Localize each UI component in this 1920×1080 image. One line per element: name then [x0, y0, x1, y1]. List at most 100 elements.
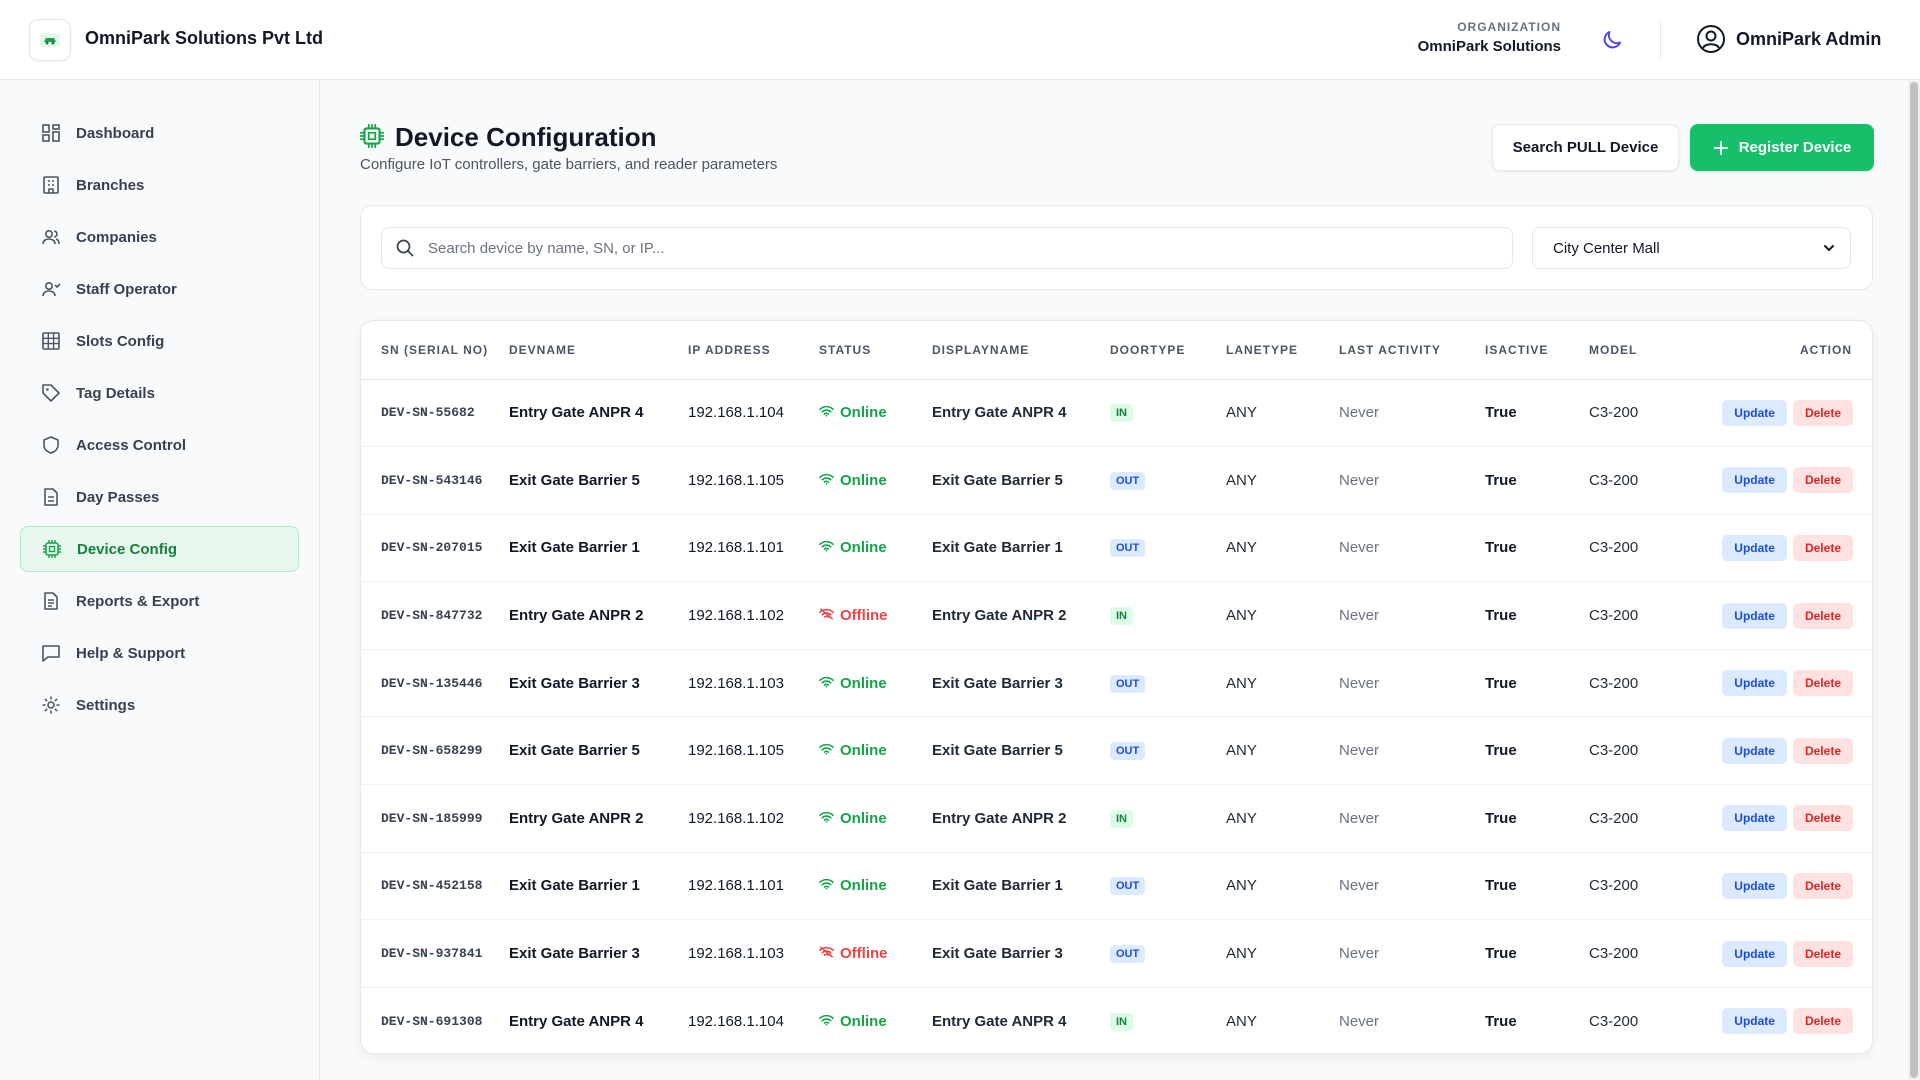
action-cell: Update Delete: [1688, 987, 1872, 1053]
sidebar-item-dashboard[interactable]: Dashboard: [20, 110, 299, 156]
document-icon: [41, 487, 61, 507]
delete-button[interactable]: Delete: [1792, 399, 1853, 426]
device-table-card: SN (SERIAL NO) DEVNAME IP ADDRESS STATUS…: [360, 320, 1873, 1054]
delete-button[interactable]: Delete: [1792, 872, 1853, 899]
page-title: Device Configuration: [395, 122, 657, 152]
update-button[interactable]: Update: [1722, 602, 1787, 629]
last-activity-cell: Never: [1339, 945, 1380, 963]
wifi-icon: [819, 742, 834, 759]
action-cell: Update Delete: [1688, 582, 1872, 650]
sidebar-item-device-config[interactable]: Device Config: [20, 526, 299, 572]
register-device-button[interactable]: Register Device: [1690, 124, 1874, 171]
serial-number-cell: DEV-SN-452158: [381, 878, 483, 894]
doortype-badge: IN: [1110, 809, 1133, 828]
status-cell: Online: [819, 852, 932, 920]
wifi-off-icon: [819, 945, 834, 962]
organization-block: ORGANIZATION OmniPark Solutions: [1418, 20, 1561, 55]
status-text: Online: [840, 1012, 887, 1030]
update-button[interactable]: Update: [1722, 534, 1787, 561]
status-badge: Online: [819, 742, 887, 759]
lanetype-cell: ANY: [1226, 809, 1257, 827]
top-bar: OmniPark Solutions Pvt Ltd ORGANIZATION …: [0, 0, 1920, 80]
shield-icon: [41, 435, 61, 455]
update-button[interactable]: Update: [1722, 737, 1787, 764]
devname-cell: Exit Gate Barrier 5: [509, 471, 640, 489]
sidebar-item-label: Help & Support: [76, 644, 186, 662]
delete-button[interactable]: Delete: [1792, 602, 1853, 629]
column-header: SN (SERIAL NO): [361, 321, 509, 380]
column-header: LAST ACTIVITY: [1339, 321, 1485, 380]
scrollbar-thumb[interactable]: [1910, 82, 1918, 1078]
last-activity-cell: Never: [1339, 742, 1380, 760]
ip-address-cell: 192.168.1.101: [688, 877, 784, 895]
update-button[interactable]: Update: [1722, 1008, 1787, 1035]
delete-button[interactable]: Delete: [1792, 940, 1853, 967]
isactive-cell: True: [1485, 607, 1517, 625]
delete-button[interactable]: Delete: [1792, 805, 1853, 832]
user-menu[interactable]: OmniPark Admin: [1696, 24, 1881, 54]
status-text: Online: [840, 539, 887, 557]
ip-address-cell: 192.168.1.102: [688, 809, 784, 827]
delete-button[interactable]: Delete: [1792, 737, 1853, 764]
doortype-badge: IN: [1110, 404, 1133, 423]
sidebar-item-access-control[interactable]: Access Control: [20, 422, 299, 468]
theme-toggle-button[interactable]: [1598, 26, 1626, 54]
table-row: DEV-SN-658299 Exit Gate Barrier 5 192.168.…: [361, 717, 1872, 785]
column-header: IP ADDRESS: [688, 321, 819, 380]
delete-button[interactable]: Delete: [1792, 534, 1853, 561]
update-button[interactable]: Update: [1722, 467, 1787, 494]
serial-number-cell: DEV-SN-207015: [381, 540, 483, 556]
sidebar-item-day-passes[interactable]: Day Passes: [20, 474, 299, 520]
status-badge: Offline: [819, 945, 888, 962]
doortype-cell: IN: [1110, 379, 1226, 447]
delete-button[interactable]: Delete: [1792, 1008, 1853, 1035]
doortype-cell: OUT: [1110, 852, 1226, 920]
sidebar-item-branches[interactable]: Branches: [20, 162, 299, 208]
search-input[interactable]: [428, 239, 1488, 257]
devname-cell: Entry Gate ANPR 4: [509, 404, 644, 422]
org-label: ORGANIZATION: [1457, 20, 1561, 34]
sidebar-item-help-support[interactable]: Help & Support: [20, 630, 299, 676]
sidebar-item-tag-details[interactable]: Tag Details: [20, 370, 299, 416]
delete-button[interactable]: Delete: [1792, 467, 1853, 494]
sidebar-item-companies[interactable]: Companies: [20, 214, 299, 260]
sidebar-item-settings[interactable]: Settings: [20, 682, 299, 728]
update-button[interactable]: Update: [1722, 805, 1787, 832]
branch-select[interactable]: City Center Mall: [1532, 227, 1851, 269]
status-badge: Offline: [819, 607, 888, 624]
register-device-label: Register Device: [1738, 139, 1852, 156]
sidebar-item-reports-export[interactable]: Reports & Export: [20, 578, 299, 624]
table-row: DEV-SN-55682 Entry Gate ANPR 4 192.168.1.1…: [361, 379, 1872, 447]
update-button[interactable]: Update: [1722, 940, 1787, 967]
table-row: DEV-SN-937841 Exit Gate Barrier 3 192.168.…: [361, 920, 1872, 988]
sidebar-item-label: Device Config: [77, 540, 178, 558]
chevron-down-icon: [1824, 245, 1834, 251]
delete-button[interactable]: Delete: [1792, 670, 1853, 697]
search-pull-device-button[interactable]: Search PULL Device: [1492, 124, 1679, 171]
devname-cell: Entry Gate ANPR 4: [509, 1012, 644, 1030]
table-row: DEV-SN-543146 Exit Gate Barrier 5 192.168.…: [361, 447, 1872, 515]
status-cell: Online: [819, 379, 932, 447]
moon-icon: [1603, 31, 1621, 49]
update-button[interactable]: Update: [1722, 399, 1787, 426]
users-icon: [41, 227, 61, 247]
page-subtitle: Configure IoT controllers, gate barriers…: [360, 156, 778, 173]
search-box: [381, 227, 1513, 269]
update-button[interactable]: Update: [1722, 872, 1787, 899]
update-button[interactable]: Update: [1722, 670, 1787, 697]
branch-select-value: City Center Mall: [1553, 239, 1660, 257]
sidebar-item-label: Settings: [76, 696, 136, 714]
status-cell: Offline: [819, 920, 932, 988]
last-activity-cell: Never: [1339, 539, 1380, 557]
status-cell: Online: [819, 447, 932, 515]
chip-icon: [42, 539, 62, 559]
model-cell: C3-200: [1589, 945, 1639, 963]
doortype-badge: OUT: [1110, 471, 1146, 490]
model-cell: C3-200: [1589, 1012, 1639, 1030]
sidebar-item-slots-config[interactable]: Slots Config: [20, 318, 299, 364]
lanetype-cell: ANY: [1226, 404, 1257, 422]
company-logo[interactable]: [29, 19, 71, 61]
user-avatar-icon: [1697, 25, 1725, 53]
ip-address-cell: 192.168.1.102: [688, 607, 784, 625]
sidebar-item-staff-operator[interactable]: Staff Operator: [20, 266, 299, 312]
